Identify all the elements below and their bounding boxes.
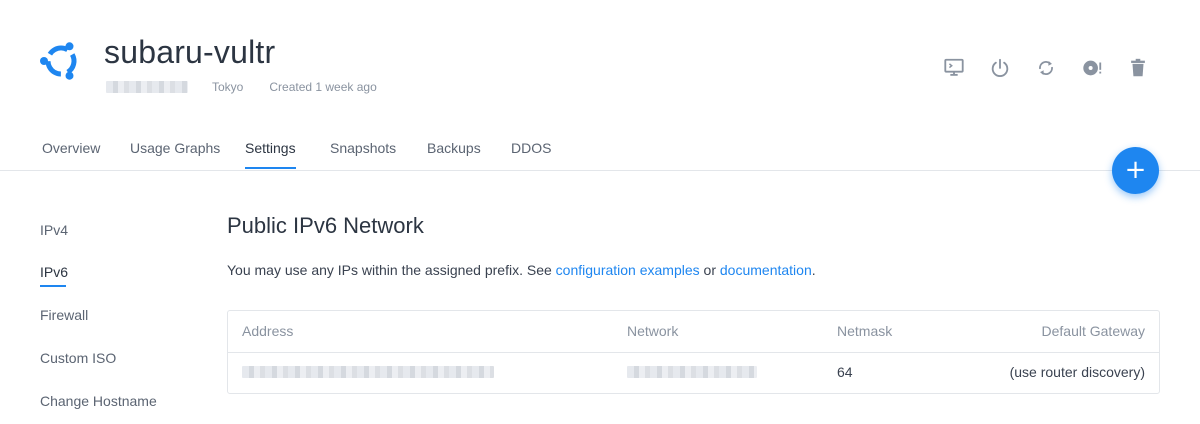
config-examples-link[interactable]: configuration examples xyxy=(556,262,700,278)
sidebar-item-firewall[interactable]: Firewall xyxy=(40,307,88,323)
console-icon xyxy=(944,58,964,76)
delete-button[interactable] xyxy=(1126,56,1150,80)
active-indicator xyxy=(40,285,66,287)
col-netmask: Netmask xyxy=(837,323,893,339)
server-created: Created 1 week ago xyxy=(269,80,377,94)
sidebar-item-custom-iso[interactable]: Custom ISO xyxy=(40,350,116,366)
restart-button[interactable] xyxy=(1034,56,1058,80)
restart-icon xyxy=(1039,61,1053,75)
redacted-ip xyxy=(106,81,188,93)
ubuntu-logo-icon xyxy=(40,42,77,80)
sidebar-item-change-hostname[interactable]: Change Hostname xyxy=(40,393,157,409)
desc-text-3: . xyxy=(811,262,816,278)
sidebar-item-ipv6[interactable]: IPv6 xyxy=(40,264,68,280)
tab-snapshots[interactable]: Snapshots xyxy=(330,140,396,168)
vultr-logo xyxy=(38,38,84,84)
col-address: Address xyxy=(242,323,294,339)
desc-text-1: You may use any IPs within the assigned … xyxy=(227,262,556,278)
tab-backups[interactable]: Backups xyxy=(427,140,481,168)
plus-icon: + xyxy=(1124,154,1147,185)
server-meta: Tokyo Created 1 week ago xyxy=(106,79,377,95)
add-button[interactable]: + xyxy=(1112,147,1159,194)
section-title: Public IPv6 Network xyxy=(227,213,424,238)
server-actions xyxy=(920,56,1150,80)
tab-ddos[interactable]: DDOS xyxy=(511,140,551,168)
tab-overview[interactable]: Overview xyxy=(42,140,100,168)
desc-text-2: or xyxy=(699,262,720,278)
disc-icon xyxy=(1083,60,1102,76)
tab-usage-graphs[interactable]: Usage Graphs xyxy=(130,140,220,168)
netmask-value: 64 xyxy=(837,364,853,380)
section-description: You may use any IPs within the assigned … xyxy=(227,262,816,278)
col-network: Network xyxy=(627,323,679,339)
iso-button[interactable] xyxy=(1080,56,1104,80)
redacted-address xyxy=(242,366,494,378)
trash-icon xyxy=(1131,58,1145,77)
tab-settings[interactable]: Settings xyxy=(245,140,296,169)
sidebar-item-ipv4[interactable]: IPv4 xyxy=(40,222,68,238)
tab-bar: Overview Usage Graphs Settings Snapshots… xyxy=(0,128,1200,171)
documentation-link[interactable]: documentation xyxy=(720,262,812,278)
redacted-network xyxy=(627,366,757,378)
server-location: Tokyo xyxy=(212,80,244,94)
row-divider xyxy=(228,352,1159,353)
console-button[interactable] xyxy=(942,56,966,80)
col-gateway: Default Gateway xyxy=(1041,323,1146,339)
ipv6-table: Address Network Netmask Default Gateway … xyxy=(227,310,1160,394)
gateway-value: (use router discovery) xyxy=(1009,364,1145,380)
power-icon xyxy=(991,58,1009,77)
server-title: subaru-vultr xyxy=(104,34,276,70)
power-button[interactable] xyxy=(988,56,1012,80)
